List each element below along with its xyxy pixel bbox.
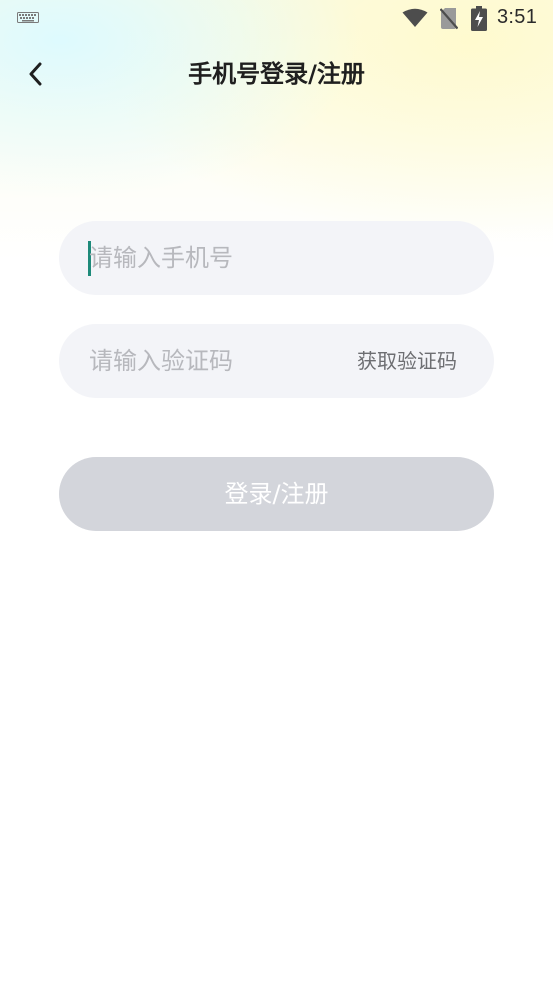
page-title: 手机号登录/注册 <box>188 60 365 88</box>
wifi-icon <box>402 8 428 27</box>
status-bar: 3:51 <box>0 0 553 38</box>
get-code-button[interactable]: 获取验证码 <box>357 324 457 398</box>
status-time: 3:51 <box>497 6 538 28</box>
no-sim-icon <box>440 8 458 30</box>
phone-input[interactable] <box>89 221 469 295</box>
keyboard-icon <box>17 12 39 23</box>
phone-field[interactable] <box>59 221 494 295</box>
verification-code-input[interactable] <box>89 324 329 398</box>
login-register-button[interactable]: 登录/注册 <box>59 457 494 531</box>
code-field[interactable]: 获取验证码 <box>59 324 494 398</box>
battery-charging-icon <box>471 6 487 31</box>
